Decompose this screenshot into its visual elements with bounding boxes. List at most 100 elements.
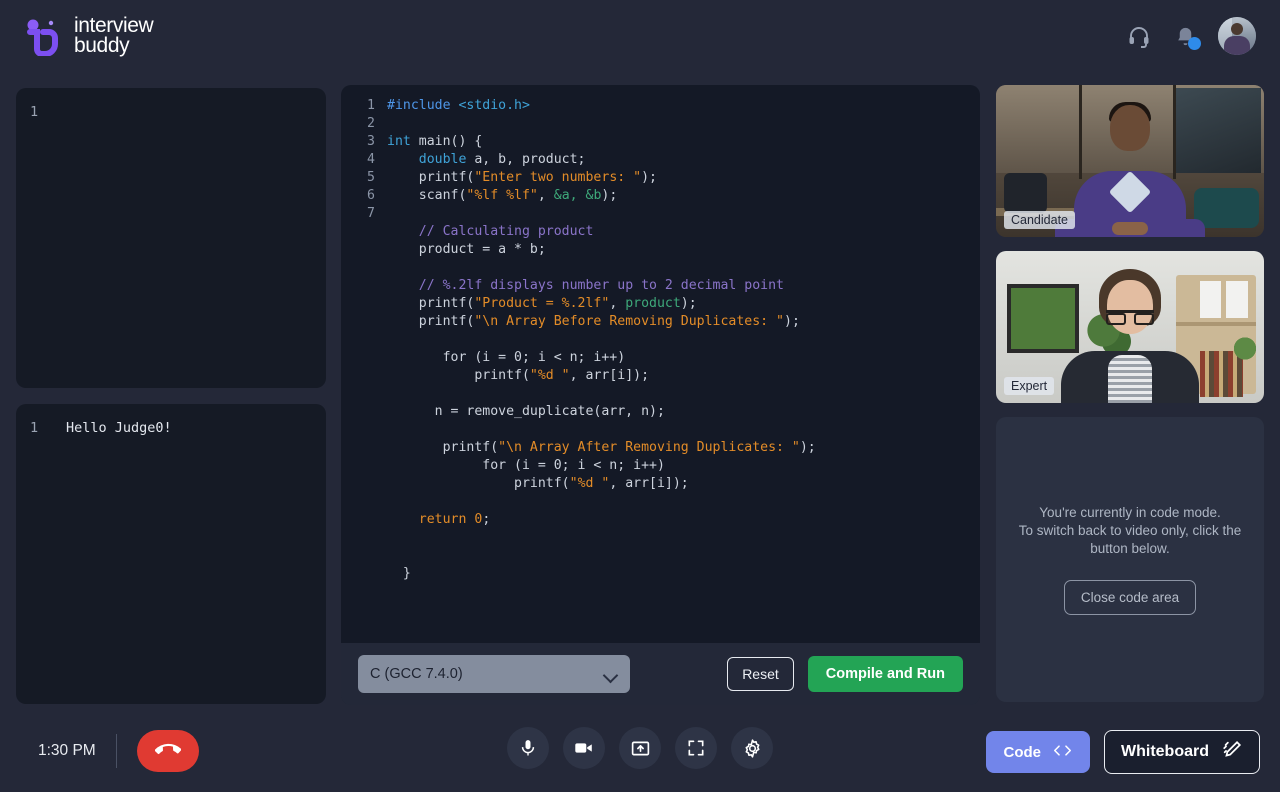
- end-call-button[interactable]: [137, 730, 199, 772]
- code-editor[interactable]: 1234567 #include <stdio.h> int main() { …: [341, 85, 980, 643]
- code-line: n = remove_duplicate(arr, n);: [387, 403, 816, 421]
- code-mode-info-line3: button below.: [1090, 540, 1170, 558]
- code-token: <stdio.h>: [458, 98, 529, 113]
- logo-text-line2: buddy: [74, 36, 153, 56]
- line-number: 1: [341, 97, 375, 115]
- video-tile-candidate[interactable]: Candidate: [996, 85, 1264, 237]
- code-token: "%d ": [570, 476, 610, 491]
- call-controls: [507, 727, 773, 769]
- code-token: ,: [609, 296, 625, 311]
- code-line: return 0;: [387, 511, 816, 529]
- code-line: product = a * b;: [387, 241, 816, 259]
- code-token: [387, 224, 419, 239]
- stdout-panel: 1 Hello Judge0!: [16, 404, 326, 704]
- line-number: 2: [341, 115, 375, 133]
- editor-toolbar: C (GCC 7.4.0) Reset Compile and Run: [341, 643, 980, 705]
- code-token: "\n Array Before Removing Duplicates: ": [474, 314, 784, 329]
- code-token: "Enter two numbers: ": [474, 170, 641, 185]
- code-editor-panel: 1234567 #include <stdio.h> int main() { …: [341, 85, 980, 705]
- line-number: 5: [341, 169, 375, 187]
- code-token: );: [601, 188, 617, 203]
- code-mode-info-line1: You're currently in code mode.: [1039, 504, 1220, 522]
- code-token: printf(: [387, 368, 530, 383]
- whiteboard-label: Whiteboard: [1121, 743, 1209, 761]
- editor-gutter: 1234567: [341, 97, 375, 583]
- code-token: scanf(: [387, 188, 466, 203]
- code-token: }: [387, 566, 411, 581]
- code-token: printf(: [387, 440, 498, 455]
- screen-share-icon[interactable]: [619, 727, 661, 769]
- camera-icon[interactable]: [563, 727, 605, 769]
- code-token: [387, 152, 419, 167]
- bell-icon[interactable]: [1172, 23, 1198, 49]
- microphone-icon[interactable]: [507, 727, 549, 769]
- code-line: printf("Product = %.2lf", product);: [387, 295, 816, 313]
- code-line: [387, 115, 816, 133]
- video-column: Candidate Expert You're currently in cod…: [996, 85, 1264, 702]
- stdin-panel[interactable]: 1: [16, 88, 326, 388]
- code-token: "Product = %.2lf": [474, 296, 609, 311]
- video-label-expert: Expert: [1004, 377, 1054, 395]
- end-call-icon: [155, 737, 181, 766]
- code-line: [387, 529, 816, 547]
- stdin-line-number: 1: [30, 104, 52, 120]
- code-line: [387, 385, 816, 403]
- whiteboard-pen-icon: [1221, 739, 1243, 766]
- code-line: // %.2lf displays number up to 2 decimal…: [387, 277, 816, 295]
- video-tile-expert[interactable]: Expert: [996, 251, 1264, 403]
- bottom-bar: 1:30 PM: [0, 712, 1280, 792]
- code-token: for (i = 0; i < n; i++): [387, 350, 625, 365]
- code-line: printf("%d ", arr[i]);: [387, 367, 816, 385]
- code-token: printf(: [387, 476, 570, 491]
- reset-button[interactable]: Reset: [727, 657, 794, 691]
- editor-code[interactable]: #include <stdio.h> int main() { double a…: [375, 97, 816, 583]
- line-number: 7: [341, 205, 375, 223]
- app-header: interview buddy: [0, 0, 1280, 72]
- code-token: int: [387, 134, 411, 149]
- stdout-line: 1 Hello Judge0!: [30, 420, 312, 436]
- code-line: for (i = 0; i < n; i++): [387, 457, 816, 475]
- code-line: [387, 421, 816, 439]
- code-token: [387, 278, 419, 293]
- code-line: printf("\n Array After Removing Duplicat…: [387, 439, 816, 457]
- bottom-divider: [116, 734, 117, 768]
- line-number: 3: [341, 133, 375, 151]
- language-select[interactable]: C (GCC 7.4.0): [358, 655, 630, 693]
- code-token: "\n Array After Removing Duplicates: ": [498, 440, 800, 455]
- code-line: #include <stdio.h>: [387, 97, 816, 115]
- code-token: , arr[i]);: [609, 476, 688, 491]
- code-token: );: [641, 170, 657, 185]
- code-mode-info-line2: To switch back to video only, click the: [1019, 522, 1242, 540]
- stdin-line: 1: [30, 104, 312, 120]
- code-token: );: [784, 314, 800, 329]
- code-mode-button[interactable]: Code: [986, 731, 1091, 773]
- code-mode-label: Code: [1004, 744, 1042, 761]
- user-avatar[interactable]: [1218, 17, 1256, 55]
- stdin-value: [52, 104, 66, 120]
- header-actions: [1126, 17, 1256, 55]
- session-clock: 1:30 PM: [38, 742, 96, 760]
- fullscreen-icon[interactable]: [675, 727, 717, 769]
- code-token: main() {: [411, 134, 482, 149]
- code-token: ;: [482, 512, 490, 527]
- close-code-area-button[interactable]: Close code area: [1064, 580, 1196, 615]
- code-line: [387, 205, 816, 223]
- code-token: &a, &b: [554, 188, 602, 203]
- code-token: , arr[i]);: [570, 368, 649, 383]
- code-token: );: [681, 296, 697, 311]
- brand-logo[interactable]: interview buddy: [24, 16, 153, 56]
- stdout-line-number: 1: [30, 420, 52, 436]
- headset-icon[interactable]: [1126, 23, 1152, 49]
- settings-gear-icon[interactable]: [731, 727, 773, 769]
- mode-switcher: Code Whiteboard: [986, 730, 1261, 774]
- video-label-candidate: Candidate: [1004, 211, 1075, 229]
- code-token: for (i = 0; i < n; i++): [387, 458, 665, 473]
- compile-and-run-button[interactable]: Compile and Run: [808, 656, 963, 692]
- code-line: printf("Enter two numbers: ");: [387, 169, 816, 187]
- whiteboard-button[interactable]: Whiteboard: [1104, 730, 1260, 774]
- interview-app: interview buddy: [0, 0, 1280, 792]
- code-brackets-icon: [1053, 744, 1072, 761]
- code-line: double a, b, product;: [387, 151, 816, 169]
- code-token: printf(: [387, 296, 474, 311]
- chevron-down-icon: [604, 670, 618, 678]
